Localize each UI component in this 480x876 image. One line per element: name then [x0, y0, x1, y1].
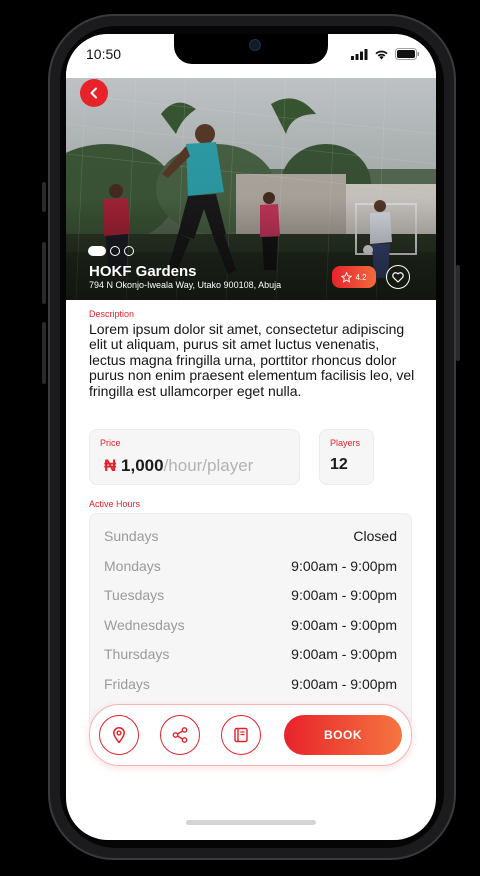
venue-name: HOKF Gardens [89, 263, 197, 280]
notebook-icon [234, 727, 248, 743]
notes-button[interactable] [221, 715, 261, 755]
status-bar: 10:50 [66, 34, 436, 78]
currency-symbol: ₦ [104, 456, 117, 475]
wifi-icon [375, 50, 388, 59]
venue-address: 794 N Okonjo-Iweala Way, Utako 900108, A… [89, 280, 282, 290]
pager-dot[interactable] [110, 246, 120, 256]
image-pager [88, 246, 134, 256]
volume-up-button [42, 242, 46, 304]
price-unit: /hour/player [163, 456, 254, 475]
action-bar: BOOK [89, 704, 412, 766]
description-label: Description [89, 309, 135, 319]
players-card: Players 12 [319, 429, 374, 485]
active-hours-table: Sundays Closed Mondays 9:00am - 9:00pm T… [89, 513, 412, 727]
signal-icon [351, 48, 368, 60]
hours-day: Tuesdays [104, 587, 165, 603]
heart-icon [392, 271, 404, 283]
hours-time: 9:00am - 9:00pm [291, 617, 397, 633]
battery-icon [395, 48, 419, 60]
hours-row-sunday: Sundays Closed [104, 526, 397, 546]
hours-day: Fridays [104, 676, 150, 692]
hours-row-friday: Fridays 9:00am - 9:00pm [104, 674, 397, 694]
description-text: Lorem ipsum dolor sit amet, consectetur … [89, 321, 415, 399]
hours-day: Sundays [104, 528, 159, 544]
power-button [456, 265, 460, 361]
players-value: 12 [330, 456, 348, 473]
hours-row-thursday: Thursdays 9:00am - 9:00pm [104, 644, 397, 664]
players-label: Players [330, 438, 361, 448]
price-value: ₦ 1,000/hour/player [104, 456, 253, 476]
location-pin-icon [113, 727, 125, 744]
location-button[interactable] [99, 715, 139, 755]
rating-value: 4.2 [355, 272, 367, 282]
active-hours-label: Active Hours [89, 499, 141, 509]
status-time: 10:50 [86, 46, 122, 62]
front-camera [249, 39, 261, 51]
pager-dot[interactable] [124, 246, 134, 256]
rating-badge: 4.2 [332, 266, 376, 288]
favorite-button[interactable] [386, 265, 410, 289]
silent-switch [42, 182, 46, 212]
price-amount: 1,000 [121, 456, 164, 475]
back-button[interactable] [80, 79, 108, 107]
hours-time: 9:00am - 9:00pm [291, 646, 397, 662]
pager-dot-active[interactable] [88, 246, 106, 256]
hours-row-tuesday: Tuesdays 9:00am - 9:00pm [104, 585, 397, 605]
hours-day: Wednesdays [104, 617, 185, 633]
hours-day: Mondays [104, 558, 161, 574]
notch [174, 34, 328, 64]
volume-down-button [42, 322, 46, 384]
hours-time: 9:00am - 9:00pm [291, 587, 397, 603]
hours-time: Closed [353, 528, 397, 544]
status-icons [351, 48, 420, 60]
hours-row-monday: Mondays 9:00am - 9:00pm [104, 556, 397, 576]
price-label: Price [100, 438, 121, 448]
chevron-left-icon [90, 87, 97, 99]
hours-day: Thursdays [104, 646, 170, 662]
share-icon [172, 727, 188, 743]
hours-row-wednesday: Wednesdays 9:00am - 9:00pm [104, 615, 397, 635]
share-button[interactable] [160, 715, 200, 755]
book-button[interactable]: BOOK [284, 715, 402, 755]
price-card: Price ₦ 1,000/hour/player [89, 429, 300, 485]
app-screen: 10:50 HOKF Gardens 794 N Okonjo-Iweala W… [66, 34, 436, 840]
hours-time: 9:00am - 9:00pm [291, 558, 397, 574]
home-indicator [186, 820, 316, 825]
hours-time: 9:00am - 9:00pm [291, 676, 397, 692]
star-icon [341, 271, 353, 283]
